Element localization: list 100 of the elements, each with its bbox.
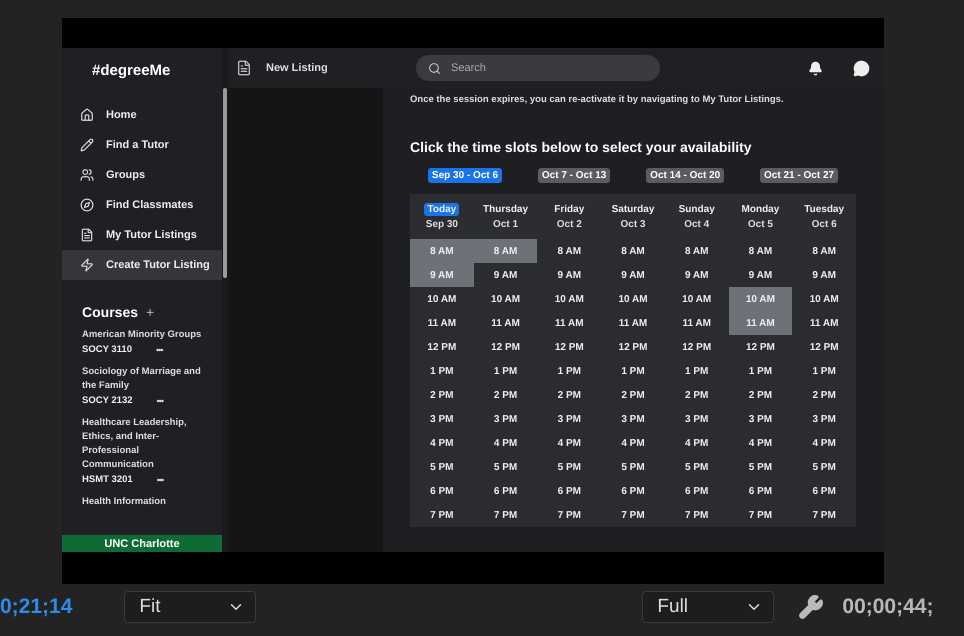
time-slot[interactable]: 9 AM [664, 263, 729, 287]
nav-item[interactable]: My Tutor Listings [62, 220, 222, 250]
week-tab[interactable]: Sep 30 - Oct 6 [428, 168, 502, 183]
time-slot[interactable]: 10 AM [410, 287, 474, 311]
time-slot[interactable]: 4 PM [601, 431, 665, 455]
time-slot[interactable]: 11 AM [601, 311, 665, 335]
chat-icon[interactable] [853, 60, 870, 76]
time-slot[interactable]: 12 PM [664, 335, 729, 359]
time-slot[interactable]: 6 PM [728, 479, 792, 503]
nav-item[interactable]: Find a Tutor [62, 130, 222, 160]
time-slot[interactable]: 8 AM [792, 239, 856, 263]
time-slot[interactable]: 8 AM [728, 239, 792, 263]
time-slot[interactable]: 3 PM [792, 407, 856, 431]
time-slot[interactable]: 8 AM [410, 239, 474, 263]
time-slot[interactable]: 6 PM [792, 479, 856, 503]
add-course-button[interactable]: + [146, 304, 154, 320]
time-slot[interactable]: 1 PM [601, 359, 665, 383]
time-slot[interactable]: 9 AM [728, 263, 792, 287]
time-slot[interactable]: 8 AM [664, 239, 729, 263]
time-slot[interactable]: 4 PM [728, 431, 792, 455]
time-slot[interactable]: 7 PM [792, 503, 856, 527]
time-slot[interactable]: 10 AM [537, 287, 602, 311]
time-slot[interactable]: 5 PM [537, 455, 602, 479]
zoom-dropdown[interactable]: Fit [124, 591, 256, 623]
time-slot[interactable]: 3 PM [728, 407, 792, 431]
time-slot[interactable]: 1 PM [537, 359, 602, 383]
time-slot[interactable]: 1 PM [664, 359, 729, 383]
time-slot[interactable]: 6 PM [601, 479, 665, 503]
bell-icon[interactable] [808, 60, 823, 76]
time-slot[interactable]: 5 PM [410, 455, 474, 479]
time-slot[interactable]: 11 AM [728, 311, 792, 335]
time-slot[interactable]: 1 PM [728, 359, 792, 383]
time-slot[interactable]: 4 PM [410, 431, 474, 455]
time-slot[interactable]: 9 AM [792, 263, 856, 287]
time-slot[interactable]: 4 PM [537, 431, 602, 455]
time-slot[interactable]: 1 PM [410, 359, 474, 383]
course-name[interactable]: American Minority Groups [82, 328, 210, 342]
time-slot[interactable]: 10 AM [474, 287, 538, 311]
time-slot[interactable]: 11 AM [664, 311, 729, 335]
time-slot[interactable]: 9 AM [537, 263, 602, 287]
time-slot[interactable]: 6 PM [537, 479, 602, 503]
time-slot[interactable]: 7 PM [728, 503, 792, 527]
nav-item[interactable]: Home [62, 100, 222, 130]
time-slot[interactable]: 10 AM [728, 287, 792, 311]
time-slot[interactable]: 12 PM [537, 335, 602, 359]
nav-item[interactable]: Create Tutor Listing [62, 250, 222, 280]
time-slot[interactable]: 6 PM [664, 479, 729, 503]
time-slot[interactable]: 7 PM [601, 503, 665, 527]
week-tab[interactable]: Oct 7 - Oct 13 [538, 168, 610, 183]
time-slot[interactable]: 4 PM [474, 431, 538, 455]
time-slot[interactable]: 8 AM [601, 239, 665, 263]
time-slot[interactable]: 2 PM [410, 383, 474, 407]
time-slot[interactable]: 5 PM [792, 455, 856, 479]
time-slot[interactable]: 11 AM [410, 311, 474, 335]
search-field[interactable]: Search [416, 55, 660, 81]
time-slot[interactable]: 12 PM [410, 335, 474, 359]
time-slot[interactable]: 2 PM [537, 383, 602, 407]
time-slot[interactable]: 6 PM [410, 479, 474, 503]
time-slot[interactable]: 3 PM [537, 407, 602, 431]
time-slot[interactable]: 12 PM [474, 335, 538, 359]
scrollbar-thumb[interactable] [223, 88, 227, 278]
time-slot[interactable]: 12 PM [792, 335, 856, 359]
nav-item[interactable]: Groups [62, 160, 222, 190]
time-slot[interactable]: 7 PM [474, 503, 538, 527]
time-slot[interactable]: 3 PM [601, 407, 665, 431]
time-slot[interactable]: 9 AM [601, 263, 665, 287]
current-timecode[interactable]: 0;21;14 [0, 595, 72, 619]
time-slot[interactable]: 2 PM [664, 383, 729, 407]
wrench-icon[interactable] [798, 594, 824, 620]
time-slot[interactable]: 1 PM [474, 359, 538, 383]
time-slot[interactable]: 7 PM [537, 503, 602, 527]
time-slot[interactable]: 5 PM [601, 455, 665, 479]
course-name[interactable]: Health Information [82, 495, 210, 509]
time-slot[interactable]: 10 AM [601, 287, 665, 311]
time-slot[interactable]: 2 PM [601, 383, 665, 407]
time-slot[interactable]: 11 AM [537, 311, 602, 335]
time-slot[interactable]: 9 AM [410, 263, 474, 287]
time-slot[interactable]: 3 PM [664, 407, 729, 431]
time-slot[interactable]: 12 PM [728, 335, 792, 359]
time-slot[interactable]: 3 PM [410, 407, 474, 431]
time-slot[interactable]: 7 PM [664, 503, 729, 527]
time-slot[interactable]: 5 PM [728, 455, 792, 479]
course-name[interactable]: Healthcare Leadership, Ethics, and Inter-Professional Communication [82, 416, 210, 472]
time-slot[interactable]: 8 AM [537, 239, 602, 263]
time-slot[interactable]: 6 PM [474, 479, 538, 503]
time-slot[interactable]: 7 PM [410, 503, 474, 527]
time-slot[interactable]: 8 AM [474, 239, 538, 263]
course-name[interactable]: Sociology of Marriage and the Family [82, 365, 210, 393]
quality-dropdown[interactable]: Full [642, 591, 774, 623]
time-slot[interactable]: 11 AM [474, 311, 538, 335]
time-slot[interactable]: 12 PM [601, 335, 665, 359]
time-slot[interactable]: 4 PM [792, 431, 856, 455]
week-tab[interactable]: Oct 21 - Oct 27 [760, 168, 838, 183]
nav-item[interactable]: Find Classmates [62, 190, 222, 220]
time-slot[interactable]: 5 PM [474, 455, 538, 479]
time-slot[interactable]: 10 AM [664, 287, 729, 311]
time-slot[interactable]: 11 AM [792, 311, 856, 335]
more-button[interactable]: ••• [156, 396, 163, 406]
time-slot[interactable]: 2 PM [728, 383, 792, 407]
more-button[interactable]: ••• [156, 344, 162, 354]
